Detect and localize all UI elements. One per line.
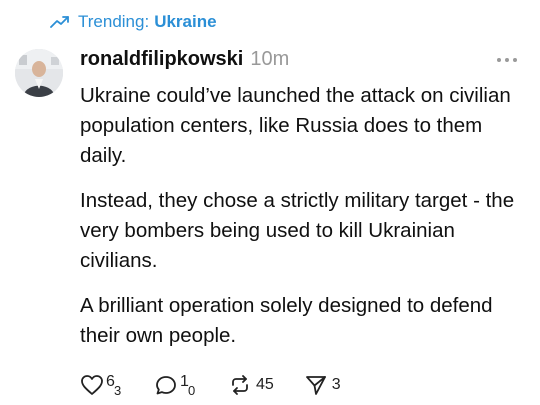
trending-label[interactable]: Trending: Ukraine: [50, 12, 217, 32]
avatar[interactable]: [15, 49, 63, 97]
username-link[interactable]: ronaldfilipkowski: [80, 48, 243, 71]
post-paragraph: Instead, they chose a strictly military …: [80, 189, 515, 272]
like-button[interactable]: 6 3: [80, 373, 124, 398]
reply-button[interactable]: 1 0: [154, 373, 198, 398]
share-button[interactable]: 3: [304, 374, 341, 396]
like-count: 6 3: [104, 373, 124, 398]
avatar-image: [15, 49, 63, 97]
trending-topic-link[interactable]: Ukraine: [154, 12, 216, 32]
trending-prefix: Trending:: [78, 12, 150, 31]
timestamp: 10m: [250, 48, 290, 70]
heart-icon: [81, 375, 103, 395]
post-header: ronaldfilipkowski 10m: [80, 48, 289, 71]
trending-up-icon: [50, 16, 69, 28]
post-paragraph: Ukraine could’ve launched the attack on …: [80, 84, 511, 167]
repost-icon: [232, 375, 248, 395]
reply-count-bottom: 0: [188, 383, 196, 398]
action-bar: 6 3 1 0 45 3: [80, 373, 371, 398]
like-count-bottom: 3: [114, 383, 122, 398]
repost-button[interactable]: 45: [228, 374, 274, 396]
share-count: 3: [331, 376, 341, 393]
comment-icon: [156, 376, 176, 395]
repost-count: 45: [256, 376, 274, 393]
reply-count: 1 0: [178, 373, 198, 398]
post-paragraph: A brilliant operation solely designed to…: [80, 294, 493, 347]
send-icon: [305, 376, 326, 395]
post-body: Ukraine could’ve launched the attack on …: [80, 81, 530, 366]
more-options-icon[interactable]: [497, 58, 517, 62]
